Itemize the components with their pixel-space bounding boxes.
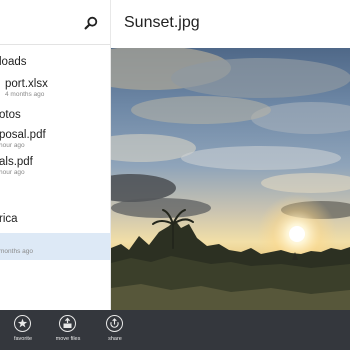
photo-image [111, 48, 350, 310]
list-item-date: 4 months ago [5, 91, 45, 98]
app-bar: favorite move files share [0, 310, 350, 350]
list-item-folder-downloads[interactable]: loads [0, 49, 110, 73]
list-item-selected-sunset[interactable]: months ago [0, 233, 110, 260]
list-item-file-rentals[interactable]: als.pdf hour ago [0, 153, 110, 179]
list-item-folder-photos[interactable]: otos [0, 103, 110, 127]
search-bar[interactable] [0, 0, 110, 44]
favorite-label: favorite [13, 336, 33, 342]
list-item-title: posal.pdf [0, 129, 46, 141]
move-files-icon [59, 315, 76, 332]
list-item-date: hour ago [0, 169, 25, 176]
list-item-date: months ago [0, 248, 33, 255]
list-item-file-proposal[interactable]: posal.pdf hour ago [0, 127, 110, 153]
search-icon[interactable] [84, 16, 98, 30]
list-item-date: hour ago [0, 142, 25, 149]
list-item-title: als.pdf [0, 156, 33, 168]
share-icon [106, 315, 123, 332]
list-item-file-report[interactable]: port.xlsx 4 months ago [0, 73, 110, 103]
image-title: Sunset.jpg [124, 14, 200, 31]
list-item-folder-america[interactable]: rica [0, 207, 110, 231]
list-item-title: loads [0, 56, 27, 68]
move-files-label: move files [55, 336, 81, 342]
share-button[interactable]: share [96, 315, 134, 349]
list-item-title: otos [0, 109, 21, 121]
viewer-header: Sunset.jpg [111, 0, 350, 48]
move-files-button[interactable]: move files [49, 315, 87, 349]
list-item-title: rica [0, 213, 18, 225]
file-browser-pane: loads port.xlsx 4 months ago otos posal.… [0, 0, 110, 310]
share-label: share [108, 336, 122, 342]
file-list: loads port.xlsx 4 months ago otos posal.… [0, 45, 110, 310]
sunset-photo[interactable] [111, 48, 350, 310]
favorite-icon [14, 315, 31, 332]
list-item-title: port.xlsx [5, 78, 48, 90]
favorite-button[interactable]: favorite [4, 315, 42, 349]
